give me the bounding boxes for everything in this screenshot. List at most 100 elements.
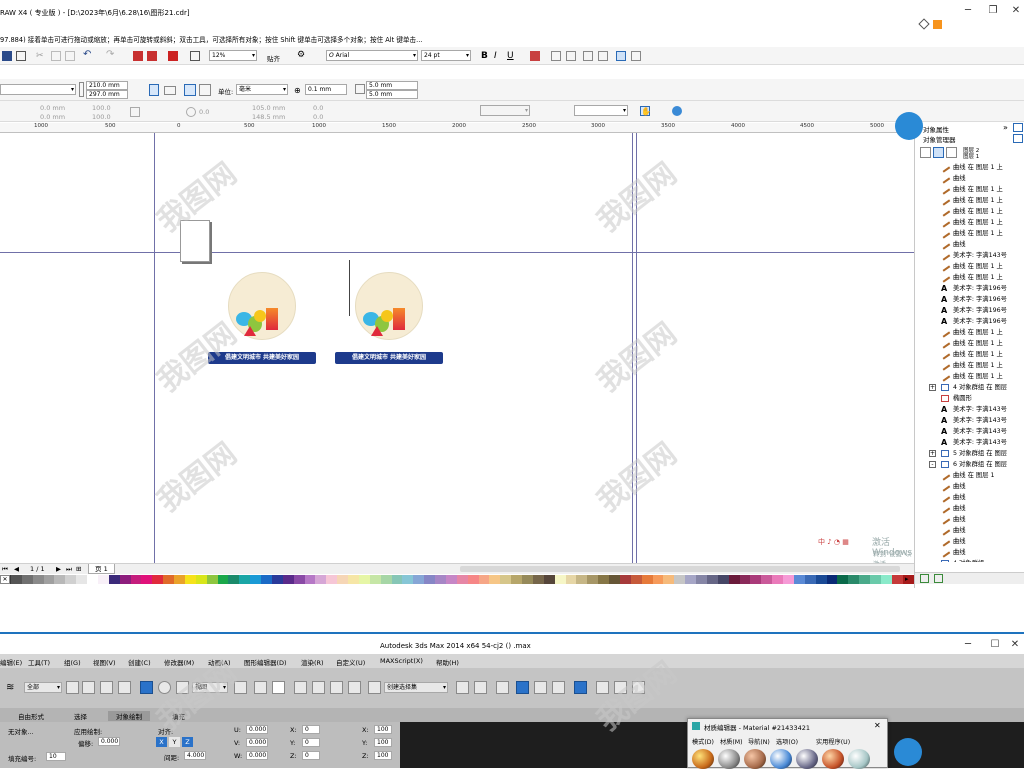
align-x-button[interactable]: X: [156, 737, 167, 747]
palette-swatch[interactable]: [576, 575, 588, 584]
y1-value[interactable]: 0.0 mm: [40, 113, 65, 121]
rendered-frame-button[interactable]: [614, 681, 627, 694]
units-select[interactable]: 毫米 ▾: [236, 84, 288, 95]
palette-swatch[interactable]: [108, 575, 120, 584]
render-production-button[interactable]: [632, 681, 645, 694]
select-move-button[interactable]: [140, 681, 153, 694]
font-size-select[interactable]: 24 pt ▾: [421, 50, 471, 61]
schematic-view-button[interactable]: [552, 681, 565, 694]
palette-swatch[interactable]: [478, 575, 490, 584]
object-tree-item[interactable]: 曲线 在 图层 1 上: [939, 217, 1003, 228]
palette-swatch[interactable]: [467, 575, 479, 584]
palette-swatch[interactable]: [815, 575, 827, 584]
x-input[interactable]: 0: [302, 725, 320, 734]
object-tree-item[interactable]: +5 对象群组 在 图层: [929, 448, 1007, 459]
import-icon[interactable]: [133, 51, 143, 61]
show-properties-icon[interactable]: [920, 147, 931, 158]
r2-value[interactable]: 0.0: [313, 113, 323, 121]
palette-swatch[interactable]: [728, 575, 740, 584]
rotation-value[interactable]: 0.0: [199, 108, 209, 116]
object-tree-item[interactable]: A 美术字: 字满143号: [941, 404, 1007, 415]
object-tree-item[interactable]: 曲线: [939, 239, 966, 250]
horizontal-scrollbar[interactable]: [460, 566, 900, 572]
palette-swatch[interactable]: [641, 575, 653, 584]
pct2-value[interactable]: 100.0: [92, 113, 111, 121]
palette-swatch[interactable]: [717, 575, 729, 584]
hand-tool-icon[interactable]: ✋: [640, 106, 651, 116]
y-input[interactable]: 0: [302, 738, 320, 747]
object-tree-item[interactable]: 曲线: [939, 536, 966, 547]
w-input[interactable]: 0.000: [246, 751, 268, 760]
palette-swatch[interactable]: [315, 575, 327, 584]
object-tree-item[interactable]: A 美术字: 字满196号: [941, 305, 1007, 316]
palette-swatch[interactable]: [217, 575, 229, 584]
palette-swatch[interactable]: [750, 575, 762, 584]
current-page-button[interactable]: [199, 84, 211, 96]
duplicate-y-input[interactable]: 5.0 mm: [366, 90, 418, 99]
horizontal-ruler[interactable]: 1000 500 0 500 1000 1500 2000 2500 3000 …: [0, 123, 914, 133]
material-editor-button[interactable]: [574, 681, 587, 694]
expand-toggle-icon[interactable]: -: [929, 461, 936, 468]
object-tree-item[interactable]: 4 对象群组: [941, 558, 984, 562]
save-icon[interactable]: [2, 51, 12, 61]
max-menu-item[interactable]: 自定义(U): [336, 657, 365, 667]
palette-swatch[interactable]: [293, 575, 305, 584]
guideline-vertical[interactable]: [636, 133, 637, 563]
nudge-distance-input[interactable]: 0.1 mm: [305, 84, 347, 95]
undo-icon[interactable]: ↶: [83, 49, 93, 60]
max-menu-item[interactable]: 图形编辑器(D): [244, 657, 287, 667]
ime-indicator[interactable]: 中 ♪ ◔ ▦: [818, 537, 849, 547]
no-color-swatch[interactable]: ✕: [0, 575, 10, 584]
palette-swatch[interactable]: [195, 575, 207, 584]
pos-y-value[interactable]: 148.5 mm: [252, 113, 285, 121]
export-icon[interactable]: [147, 51, 157, 61]
object-tree-item[interactable]: 曲线 在 图层 1: [939, 470, 995, 481]
palette-swatch[interactable]: [837, 575, 849, 584]
layer-manager-icon[interactable]: [946, 147, 957, 158]
max-menu-item[interactable]: 渲染(R): [301, 657, 324, 667]
palette-swatch[interactable]: [609, 575, 620, 584]
first-page-button[interactable]: ⏮: [2, 565, 8, 574]
paper-size-select[interactable]: ▾: [0, 84, 76, 95]
object-tree-item[interactable]: 曲线 在 图层 1 上: [939, 228, 1003, 239]
palette-swatch[interactable]: [652, 575, 664, 584]
cut-icon[interactable]: ✂: [36, 51, 46, 61]
palette-swatch[interactable]: [565, 575, 577, 584]
select-by-name-button[interactable]: [82, 681, 95, 694]
material-sample-slot[interactable]: [822, 749, 844, 769]
pos-x-value[interactable]: 105.0 mm: [252, 104, 285, 112]
palette-swatch[interactable]: [326, 575, 338, 584]
restore-button[interactable]: ❐: [985, 4, 1001, 18]
color-styles-icon[interactable]: [672, 106, 682, 116]
palette-swatch[interactable]: [76, 575, 87, 584]
horizontal-text-icon[interactable]: [616, 51, 626, 61]
object-tree-item[interactable]: 曲线: [939, 503, 966, 514]
edit-text-icon[interactable]: [598, 51, 608, 61]
palette-swatch[interactable]: [696, 575, 707, 584]
options-icon[interactable]: ⚙: [297, 50, 307, 60]
object-tree-item[interactable]: 曲线 在 图层 1 上: [939, 327, 1003, 338]
fill-number-input[interactable]: 10: [46, 752, 66, 761]
lock-ratio-icon[interactable]: [130, 107, 140, 117]
launcher-icon[interactable]: [190, 51, 200, 61]
edit-named-selection-button[interactable]: [368, 681, 381, 694]
expand-toggle-icon[interactable]: +: [929, 384, 936, 391]
palette-swatch[interactable]: [141, 575, 153, 584]
max-close-button[interactable]: ✕: [1007, 638, 1023, 652]
y2-input[interactable]: 100: [374, 738, 392, 747]
guideline-vertical[interactable]: [154, 133, 155, 563]
minimize-button[interactable]: ─: [960, 4, 976, 18]
select-object-button[interactable]: [66, 681, 79, 694]
palette-swatch[interactable]: [369, 575, 381, 584]
object-tree-item[interactable]: 曲线: [939, 173, 966, 184]
all-pages-button[interactable]: [184, 84, 196, 96]
max-menu-item[interactable]: 工具(T): [28, 657, 50, 667]
palette-swatch[interactable]: [804, 575, 816, 584]
palette-swatch[interactable]: [619, 575, 631, 584]
rect-region-button[interactable]: [100, 681, 113, 694]
snap-to-label[interactable]: 贴齐: [267, 53, 280, 63]
layer-explorer-button[interactable]: [496, 681, 509, 694]
material-editor-menu-item[interactable]: 材质(M): [720, 737, 743, 746]
palette-scroll-icon[interactable]: ▸: [905, 575, 909, 583]
object-tree-item[interactable]: 曲线: [939, 514, 966, 525]
